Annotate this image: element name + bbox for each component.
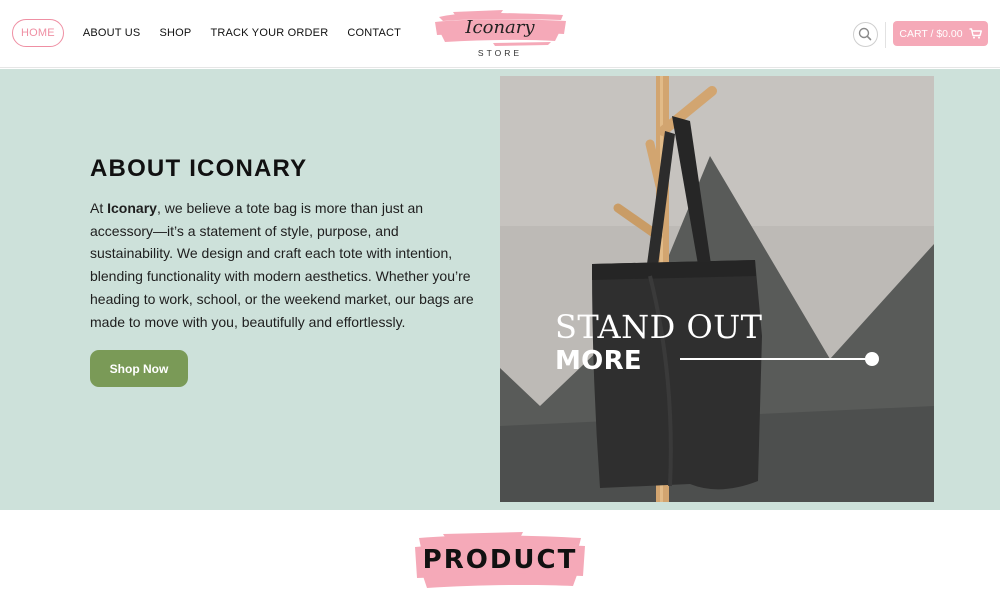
cart-label: CART / $0.00 <box>899 27 963 40</box>
product-heading-text: PRODUCT <box>422 545 578 575</box>
main-nav: HOME ABOUT US SHOP TRACK YOUR ORDER CONT… <box>12 19 420 47</box>
cart-icon <box>969 28 982 39</box>
cart-button[interactable]: CART / $0.00 <box>893 21 988 46</box>
site-header: HOME ABOUT US SHOP TRACK YOUR ORDER CONT… <box>0 0 1000 68</box>
logo-subtitle: STORE <box>477 48 523 58</box>
site-logo[interactable]: Iconary STORE <box>433 8 567 60</box>
nav-item-about-us[interactable]: ABOUT US <box>83 27 141 39</box>
nav-item-shop[interactable]: SHOP <box>159 27 191 39</box>
search-button[interactable] <box>853 22 878 47</box>
product-section-heading: PRODUCT <box>413 532 587 592</box>
about-section: ABOUT ICONARY At Iconary, we believe a t… <box>0 69 1000 510</box>
overlay-more-text: MORE <box>555 346 642 376</box>
nav-item-home[interactable]: HOME <box>12 19 64 47</box>
about-title: ABOUT ICONARY <box>90 155 308 182</box>
logo-wordmark: Iconary <box>465 17 535 38</box>
hero-tote-image: STAND OUT MORE <box>500 76 934 502</box>
about-description: At Iconary, we believe a tote bag is mor… <box>90 197 480 333</box>
tote-bag-photo <box>500 76 934 502</box>
nav-item-contact[interactable]: CONTACT <box>347 27 401 39</box>
nav-item-track-order[interactable]: TRACK YOUR ORDER <box>210 27 328 39</box>
header-divider <box>885 22 886 48</box>
search-icon <box>858 27 872 41</box>
shop-now-button[interactable]: Shop Now <box>90 350 188 387</box>
about-text-body: , we believe a tote bag is more than jus… <box>90 200 474 330</box>
overlay-stand-out-text: STAND OUT <box>555 308 763 346</box>
about-brand-name: Iconary <box>107 200 157 216</box>
about-text-prefix: At <box>90 200 108 216</box>
